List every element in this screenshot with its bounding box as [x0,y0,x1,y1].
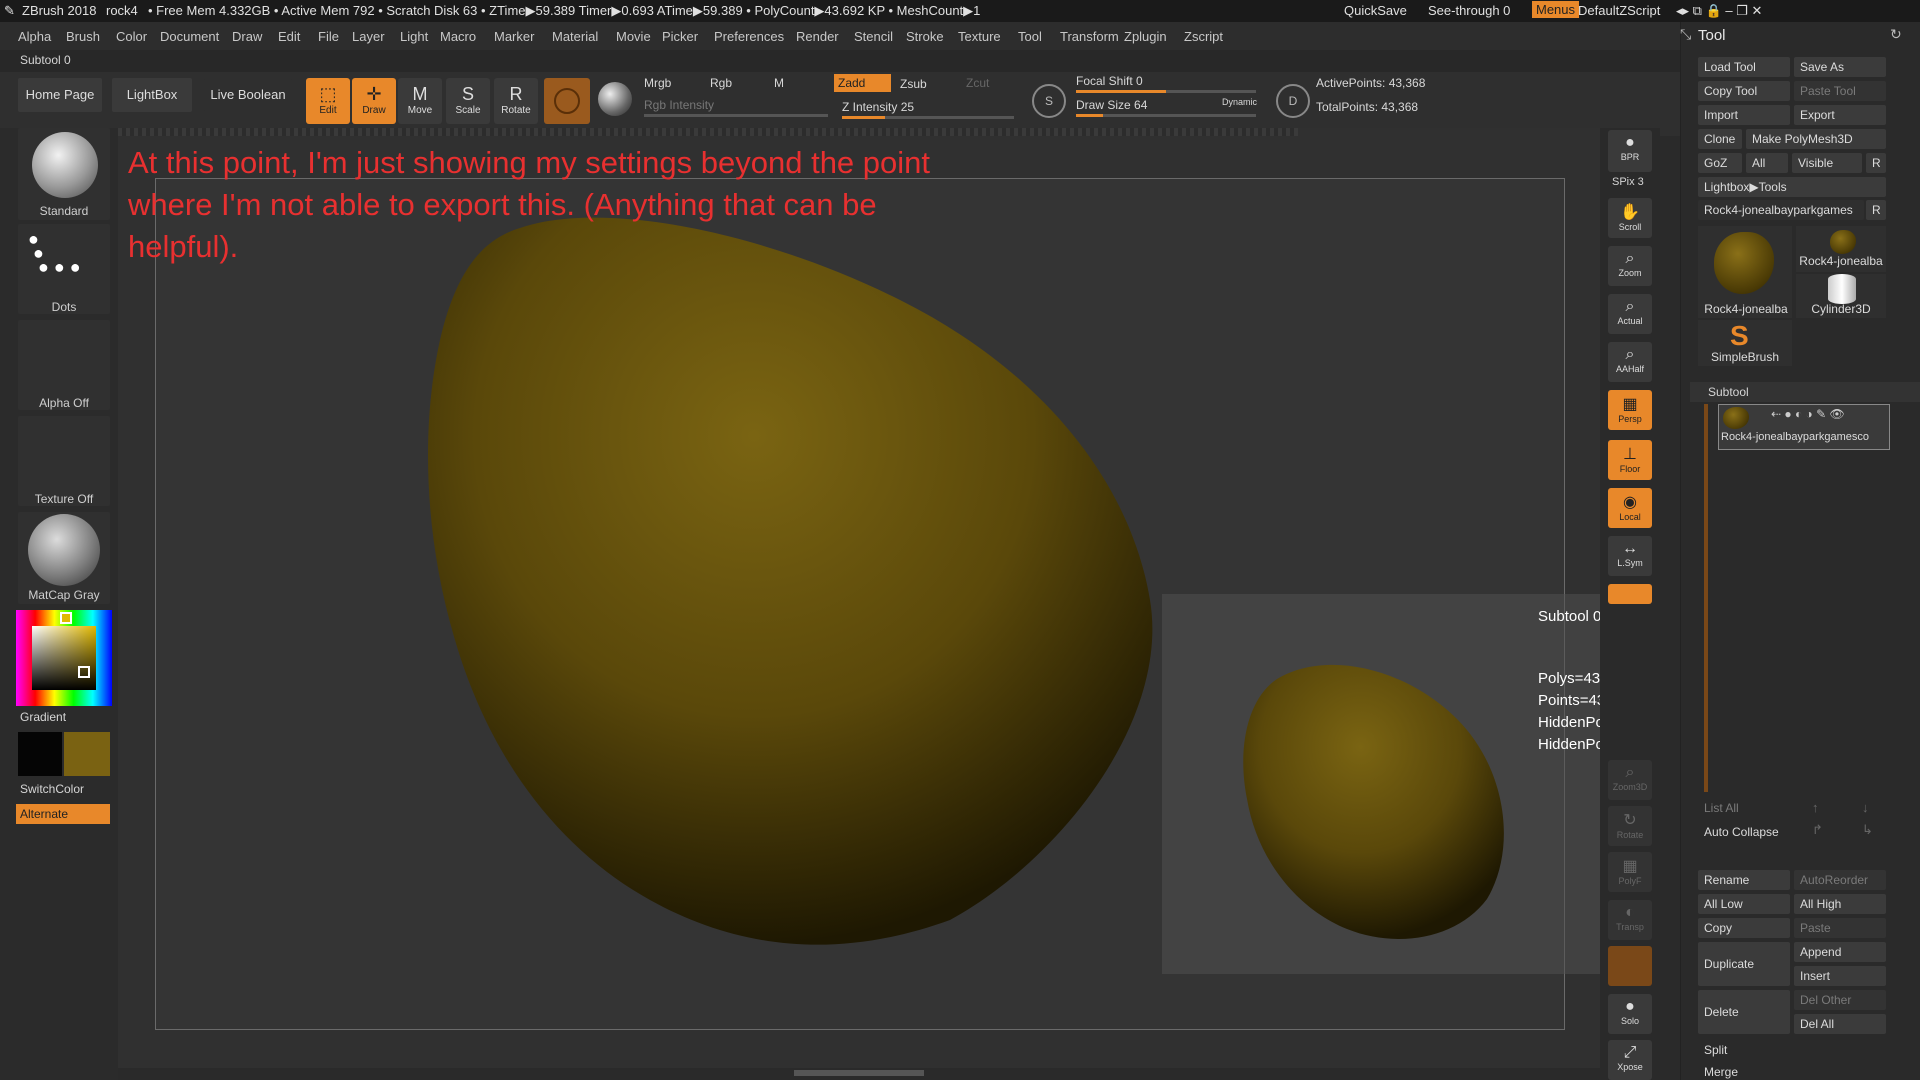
local-button[interactable]: ◉ Local [1608,488,1652,528]
zoom-button[interactable]: ⌕ Zoom [1608,246,1652,286]
solo-icon: ● [1625,998,1635,1015]
current-tool-slider[interactable]: Rock4-jonealbayparkgames [1698,200,1864,220]
spix-slider[interactable]: SPix 3 [1612,176,1644,188]
load-tool-button[interactable]: Load Tool [1698,57,1790,77]
subtool-visibility-icons[interactable]: ⇠ ● ◐ ◑ ✎ 👁 [1771,407,1845,421]
goz-r-button[interactable]: R [1866,153,1886,173]
aahalf-button[interactable]: ⌕ AAHalf [1608,342,1652,382]
arrow-up-right-icon[interactable]: ↱ [1812,822,1823,838]
rock-thumbnail [1243,664,1504,939]
all-low-button[interactable]: All Low [1698,894,1790,914]
copy-tool-button[interactable]: Copy Tool [1698,81,1790,101]
zoom-icon: ⌕ [1625,250,1635,267]
ghost-button[interactable] [1608,946,1652,986]
import-button[interactable]: Import [1698,105,1790,125]
goz-button[interactable]: GoZ [1698,153,1742,173]
aahalf-icon: ⌕ [1625,346,1635,363]
hand-icon: ✋ [1620,204,1640,221]
xyz-button[interactable] [1608,584,1652,604]
list-all-button[interactable]: List All [1698,798,1790,818]
solo-button[interactable]: ● Solo [1608,994,1652,1034]
del-other-button[interactable]: Del Other [1794,990,1886,1010]
lightbox-tools-button[interactable]: Lightbox▶Tools [1698,177,1886,197]
rock-large-shape [428,217,1153,945]
split-button[interactable]: Split [1698,1040,1886,1060]
pin-icon[interactable]: ⤡ [1680,26,1691,43]
all-high-button[interactable]: All High [1794,894,1886,914]
subtool-item-name: Rock4-jonealbayparkgamesco [1721,431,1869,443]
refresh-icon[interactable]: ↻ [1890,26,1902,43]
rename-button[interactable]: Rename [1698,870,1790,890]
zoom3d-icon: ⌕ [1625,764,1635,781]
xpose-button[interactable]: ⤢ Xpose [1608,1040,1652,1080]
transp-icon: ◐ [1625,904,1635,921]
scroll-button[interactable]: ✋ Scroll [1608,198,1652,238]
tool-thumb-label-3: Cylinder3D [1811,302,1871,316]
lsym-icon: ↔ [1622,540,1638,557]
paste-button[interactable]: Paste [1794,918,1886,938]
rock-small-shape [1243,664,1504,939]
popup-title: Subtool 0 [1538,608,1602,625]
bpr-button[interactable]: ● BPR [1608,130,1652,172]
tool-thumb-label: Rock4-jonealba [1704,302,1788,316]
save-as-button[interactable]: Save As [1794,57,1886,77]
local-icon: ◉ [1623,494,1637,511]
subtool-item[interactable]: ⇠ ● ◐ ◑ ✎ 👁 Rock4-jonealbayparkgamesco [1718,404,1890,450]
lsym-button[interactable]: ↔ L.Sym [1608,536,1652,576]
tool-thumb-label-2: Rock4-jonealba [1799,254,1883,268]
move-up-icon[interactable]: ↑ [1812,800,1819,815]
insert-button[interactable]: Insert [1794,966,1886,986]
subtool-section-header[interactable]: Subtool [1690,382,1920,402]
copy-button[interactable]: Copy [1698,918,1790,938]
tool-palette-title: Tool [1698,27,1726,44]
floor-icon: ⊥ [1623,446,1637,463]
auto-reorder-button[interactable]: AutoReorder [1794,870,1886,890]
subtool-rock-icon [1723,407,1749,429]
annotation-text: At this point, I'm just showing my setti… [128,145,931,264]
append-button[interactable]: Append [1794,942,1886,962]
tool-thumb-label-4: SimpleBrush [1710,350,1780,364]
merge-button[interactable]: Merge [1698,1062,1886,1080]
cylinder-icon [1828,274,1856,304]
simplebrush-icon: S [1730,320,1749,351]
duplicate-button[interactable]: Duplicate [1698,942,1790,986]
persp-icon: ▦ [1622,396,1638,413]
subtool-section-label: Subtool [1708,385,1749,399]
subtool-info-popup: Subtool 0 Polys=43692 Points=43368 Hidde… [1162,594,1644,974]
transp-button[interactable]: ◐ Transp [1608,900,1652,940]
xpose-icon: ⤢ [1623,1044,1637,1061]
current-tool-r-button[interactable]: R [1866,200,1886,220]
arrow-down-right-icon[interactable]: ↳ [1862,822,1873,838]
floor-button[interactable]: ⊥ Floor [1608,440,1652,480]
goz-visible-button[interactable]: Visible [1792,153,1862,173]
delete-button[interactable]: Delete [1698,990,1790,1034]
rotate3d-button[interactable]: ↻ Rotate [1608,806,1652,846]
auto-collapse-button[interactable]: Auto Collapse [1698,822,1790,842]
actual-button[interactable]: ⌕ Actual [1608,294,1652,334]
paste-tool-button[interactable]: Paste Tool [1794,81,1886,101]
persp-button[interactable]: ▦ Persp [1608,390,1652,430]
rock-icon [1714,232,1774,294]
make-polymesh-button[interactable]: Make PolyMesh3D [1746,129,1886,149]
bottom-tray-handle[interactable] [794,1070,924,1076]
export-button[interactable]: Export [1794,105,1886,125]
del-all-button[interactable]: Del All [1794,1014,1886,1034]
move-down-icon[interactable]: ↓ [1862,800,1869,815]
bpr-sphere-icon: ● [1625,134,1635,151]
polyf-button[interactable]: ▦ PolyF [1608,852,1652,892]
actual-icon: ⌕ [1625,298,1635,315]
rotate3d-icon: ↻ [1623,812,1637,829]
rock-small-icon [1830,230,1856,254]
clone-button[interactable]: Clone [1698,129,1742,149]
subtool-scrollbar[interactable] [1704,404,1708,792]
goz-all-button[interactable]: All [1746,153,1788,173]
polyf-icon: ▦ [1622,858,1638,875]
zoom3d-button[interactable]: ⌕ Zoom3D [1608,760,1652,800]
